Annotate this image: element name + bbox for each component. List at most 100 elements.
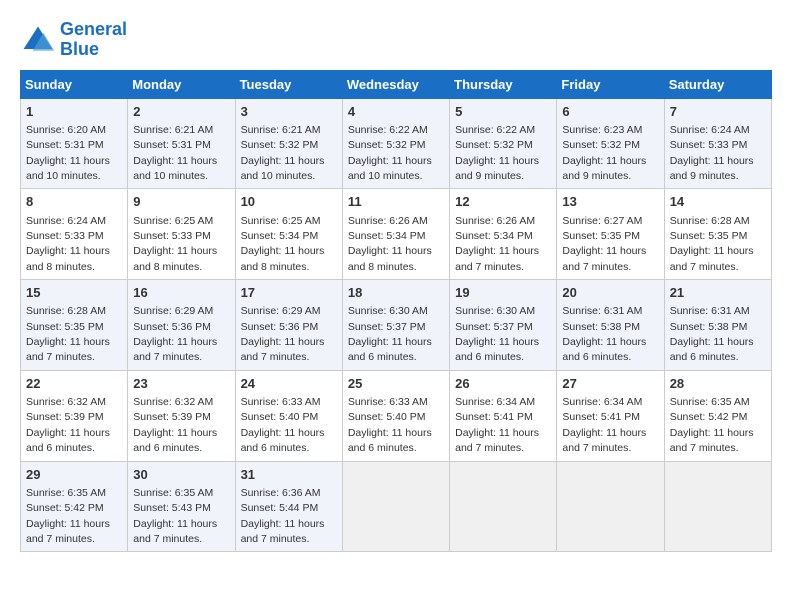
logo-icon: [20, 22, 56, 58]
day-number: 5: [455, 103, 551, 121]
day-info: Sunrise: 6:31 AMSunset: 5:38 PMDaylight:…: [562, 305, 646, 363]
calendar-day-cell: 30 Sunrise: 6:35 AMSunset: 5:43 PMDayligh…: [128, 461, 235, 552]
calendar-day-cell: 22 Sunrise: 6:32 AMSunset: 5:39 PMDayligh…: [21, 370, 128, 461]
day-number: 4: [348, 103, 444, 121]
calendar-day-cell: [557, 461, 664, 552]
calendar-day-cell: 12 Sunrise: 6:26 AMSunset: 5:34 PMDayligh…: [450, 189, 557, 280]
calendar-day-cell: 11 Sunrise: 6:26 AMSunset: 5:34 PMDayligh…: [342, 189, 449, 280]
day-info: Sunrise: 6:22 AMSunset: 5:32 PMDaylight:…: [348, 124, 432, 182]
day-number: 25: [348, 375, 444, 393]
day-info: Sunrise: 6:26 AMSunset: 5:34 PMDaylight:…: [348, 215, 432, 273]
calendar-day-cell: 23Sunrise: 6:32 AMSunset: 5:39 PMDayligh…: [128, 370, 235, 461]
day-info: Sunrise: 6:26 AMSunset: 5:34 PMDaylight:…: [455, 215, 539, 273]
calendar-day-cell: 15 Sunrise: 6:28 AMSunset: 5:35 PMDayligh…: [21, 280, 128, 371]
calendar-day-cell: 8 Sunrise: 6:24 AMSunset: 5:33 PMDaylight…: [21, 189, 128, 280]
calendar-day-cell: 28 Sunrise: 6:35 AMSunset: 5:42 PMDayligh…: [664, 370, 771, 461]
weekday-header: Thursday: [450, 70, 557, 98]
day-number: 2: [133, 103, 229, 121]
calendar-day-cell: 27 Sunrise: 6:34 AMSunset: 5:41 PMDayligh…: [557, 370, 664, 461]
day-number: 13: [562, 193, 658, 211]
day-number: 26: [455, 375, 551, 393]
day-info: Sunrise: 6:29 AMSunset: 5:36 PMDaylight:…: [133, 305, 217, 363]
weekday-header: Monday: [128, 70, 235, 98]
day-info: Sunrise: 6:25 AMSunset: 5:33 PMDaylight:…: [133, 215, 217, 273]
calendar-day-cell: 2Sunrise: 6:21 AMSunset: 5:31 PMDaylight…: [128, 98, 235, 189]
calendar-day-cell: [664, 461, 771, 552]
day-info: Sunrise: 6:23 AMSunset: 5:32 PMDaylight:…: [562, 124, 646, 182]
day-info: Sunrise: 6:24 AMSunset: 5:33 PMDaylight:…: [670, 124, 754, 182]
calendar-week-row: 8 Sunrise: 6:24 AMSunset: 5:33 PMDaylight…: [21, 189, 772, 280]
calendar-day-cell: 3 Sunrise: 6:21 AMSunset: 5:32 PMDaylight…: [235, 98, 342, 189]
calendar-day-cell: 21Sunrise: 6:31 AMSunset: 5:38 PMDayligh…: [664, 280, 771, 371]
day-info: Sunrise: 6:30 AMSunset: 5:37 PMDaylight:…: [455, 305, 539, 363]
day-number: 14: [670, 193, 766, 211]
calendar-day-cell: 29Sunrise: 6:35 AMSunset: 5:42 PMDayligh…: [21, 461, 128, 552]
day-number: 15: [26, 284, 122, 302]
calendar-day-cell: 7Sunrise: 6:24 AMSunset: 5:33 PMDaylight…: [664, 98, 771, 189]
calendar-day-cell: 18 Sunrise: 6:30 AMSunset: 5:37 PMDayligh…: [342, 280, 449, 371]
calendar-header-row: SundayMondayTuesdayWednesdayThursdayFrid…: [21, 70, 772, 98]
day-info: Sunrise: 6:36 AMSunset: 5:44 PMDaylight:…: [241, 487, 325, 545]
day-info: Sunrise: 6:24 AMSunset: 5:33 PMDaylight:…: [26, 215, 110, 273]
day-info: Sunrise: 6:20 AMSunset: 5:31 PMDaylight:…: [26, 124, 110, 182]
day-number: 9: [133, 193, 229, 211]
calendar-day-cell: 20 Sunrise: 6:31 AMSunset: 5:38 PMDayligh…: [557, 280, 664, 371]
calendar-day-cell: 14 Sunrise: 6:28 AMSunset: 5:35 PMDayligh…: [664, 189, 771, 280]
calendar-day-cell: [342, 461, 449, 552]
day-info: Sunrise: 6:35 AMSunset: 5:42 PMDaylight:…: [26, 487, 110, 545]
day-info: Sunrise: 6:28 AMSunset: 5:35 PMDaylight:…: [26, 305, 110, 363]
day-number: 17: [241, 284, 337, 302]
calendar-day-cell: 26 Sunrise: 6:34 AMSunset: 5:41 PMDayligh…: [450, 370, 557, 461]
calendar-week-row: 29Sunrise: 6:35 AMSunset: 5:42 PMDayligh…: [21, 461, 772, 552]
day-number: 16: [133, 284, 229, 302]
calendar-day-cell: 6 Sunrise: 6:23 AMSunset: 5:32 PMDaylight…: [557, 98, 664, 189]
day-info: Sunrise: 6:35 AMSunset: 5:43 PMDaylight:…: [133, 487, 217, 545]
day-info: Sunrise: 6:31 AMSunset: 5:38 PMDaylight:…: [670, 305, 754, 363]
calendar-day-cell: 4 Sunrise: 6:22 AMSunset: 5:32 PMDaylight…: [342, 98, 449, 189]
logo: General Blue: [20, 20, 127, 60]
calendar-week-row: 1 Sunrise: 6:20 AMSunset: 5:31 PMDaylight…: [21, 98, 772, 189]
day-info: Sunrise: 6:33 AMSunset: 5:40 PMDaylight:…: [348, 396, 432, 454]
day-number: 1: [26, 103, 122, 121]
day-info: Sunrise: 6:34 AMSunset: 5:41 PMDaylight:…: [455, 396, 539, 454]
calendar-day-cell: 13 Sunrise: 6:27 AMSunset: 5:35 PMDayligh…: [557, 189, 664, 280]
day-number: 30: [133, 466, 229, 484]
day-number: 19: [455, 284, 551, 302]
day-number: 24: [241, 375, 337, 393]
calendar-day-cell: 19 Sunrise: 6:30 AMSunset: 5:37 PMDayligh…: [450, 280, 557, 371]
day-number: 11: [348, 193, 444, 211]
day-number: 31: [241, 466, 337, 484]
weekday-header: Friday: [557, 70, 664, 98]
day-info: Sunrise: 6:28 AMSunset: 5:35 PMDaylight:…: [670, 215, 754, 273]
day-number: 6: [562, 103, 658, 121]
day-info: Sunrise: 6:29 AMSunset: 5:36 PMDaylight:…: [241, 305, 325, 363]
day-number: 27: [562, 375, 658, 393]
day-number: 12: [455, 193, 551, 211]
weekday-header: Sunday: [21, 70, 128, 98]
day-number: 3: [241, 103, 337, 121]
day-info: Sunrise: 6:33 AMSunset: 5:40 PMDaylight:…: [241, 396, 325, 454]
day-info: Sunrise: 6:32 AMSunset: 5:39 PMDaylight:…: [26, 396, 110, 454]
day-number: 23: [133, 375, 229, 393]
calendar-day-cell: 24 Sunrise: 6:33 AMSunset: 5:40 PMDayligh…: [235, 370, 342, 461]
logo-text: General Blue: [60, 20, 127, 60]
calendar-day-cell: [450, 461, 557, 552]
day-number: 18: [348, 284, 444, 302]
day-info: Sunrise: 6:27 AMSunset: 5:35 PMDaylight:…: [562, 215, 646, 273]
day-number: 20: [562, 284, 658, 302]
calendar-day-cell: 17 Sunrise: 6:29 AMSunset: 5:36 PMDayligh…: [235, 280, 342, 371]
day-number: 22: [26, 375, 122, 393]
day-number: 10: [241, 193, 337, 211]
day-number: 8: [26, 193, 122, 211]
calendar-table: SundayMondayTuesdayWednesdayThursdayFrid…: [20, 70, 772, 553]
calendar-body: 1 Sunrise: 6:20 AMSunset: 5:31 PMDaylight…: [21, 98, 772, 552]
weekday-header: Wednesday: [342, 70, 449, 98]
day-number: 28: [670, 375, 766, 393]
calendar-day-cell: 1 Sunrise: 6:20 AMSunset: 5:31 PMDaylight…: [21, 98, 128, 189]
day-info: Sunrise: 6:21 AMSunset: 5:32 PMDaylight:…: [241, 124, 325, 182]
day-info: Sunrise: 6:34 AMSunset: 5:41 PMDaylight:…: [562, 396, 646, 454]
day-info: Sunrise: 6:35 AMSunset: 5:42 PMDaylight:…: [670, 396, 754, 454]
day-info: Sunrise: 6:30 AMSunset: 5:37 PMDaylight:…: [348, 305, 432, 363]
calendar-week-row: 15 Sunrise: 6:28 AMSunset: 5:35 PMDayligh…: [21, 280, 772, 371]
calendar-day-cell: 10Sunrise: 6:25 AMSunset: 5:34 PMDayligh…: [235, 189, 342, 280]
